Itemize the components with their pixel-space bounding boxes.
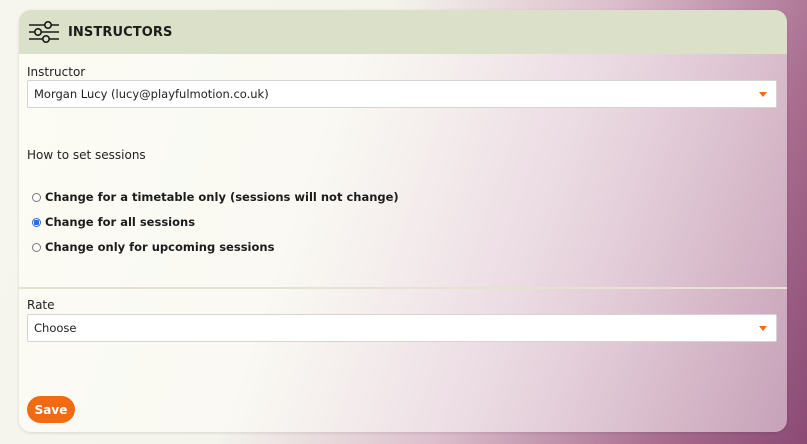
rate-select[interactable]: Choose xyxy=(27,314,777,342)
chevron-down-icon xyxy=(759,92,767,97)
radio-timetable-only[interactable]: Change for a timetable only (sessions wi… xyxy=(32,190,399,204)
radio-all-sessions[interactable]: Change for all sessions xyxy=(32,215,195,229)
radio-label: Change for all sessions xyxy=(45,215,196,229)
section-divider xyxy=(19,287,787,289)
radio-button[interactable] xyxy=(32,242,41,252)
sessions-label: How to set sessions xyxy=(27,148,146,162)
instructor-select[interactable]: Morgan Lucy (lucy@playfulmotion.co.uk) xyxy=(27,80,777,108)
rate-label: Rate xyxy=(27,298,55,312)
instructor-label: Instructor xyxy=(27,65,86,79)
radio-upcoming-sessions[interactable]: Change only for upcoming sessions xyxy=(32,240,274,254)
chevron-down-icon xyxy=(759,326,767,331)
radio-label: Change for a timetable only (sessions wi… xyxy=(45,190,399,204)
radio-button[interactable] xyxy=(32,192,41,202)
save-button[interactable]: Save xyxy=(27,396,75,423)
radio-button-checked[interactable] xyxy=(32,217,41,227)
rate-select-value: Choose xyxy=(34,321,77,335)
sliders-icon xyxy=(28,19,60,45)
instructors-panel: INSTRUCTORS Instructor Morgan Lucy (lucy… xyxy=(19,10,787,432)
instructor-select-value: Morgan Lucy (lucy@playfulmotion.co.uk) xyxy=(34,87,269,101)
panel-title: INSTRUCTORS xyxy=(68,24,173,40)
panel-header: INSTRUCTORS xyxy=(19,10,787,54)
radio-label: Change only for upcoming sessions xyxy=(45,240,275,254)
